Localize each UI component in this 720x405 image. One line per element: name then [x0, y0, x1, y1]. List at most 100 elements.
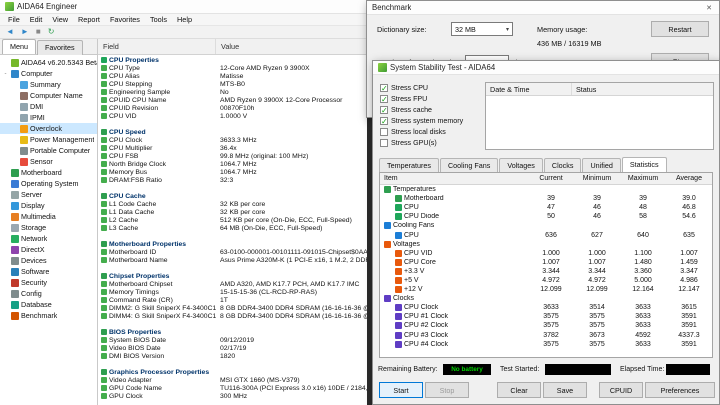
- stats-row-cpu-diode[interactable]: CPU Diode 50 46 58 54.6: [380, 212, 712, 221]
- checkbox-checked-icon[interactable]: ✓: [380, 116, 388, 125]
- stats-row-cpu-4-clock[interactable]: CPU #4 Clock 3575 3575 3633 3591: [380, 340, 712, 349]
- forward-icon[interactable]: ►: [21, 27, 29, 37]
- tab-unified[interactable]: Unified: [582, 158, 621, 173]
- clear-button[interactable]: Clear: [497, 382, 541, 398]
- stats-row-12-v[interactable]: +12 V 12.099 12.099 12.164 12.147: [380, 285, 712, 294]
- sidebar-item-aida64-v6-20-5343-beta[interactable]: AIDA64 v6.20.5343 Beta: [0, 57, 97, 68]
- sidebar-item-display[interactable]: Display: [0, 200, 97, 211]
- table-row[interactable]: DMI BIOS Version 1820: [98, 352, 367, 360]
- stats-row-motherboard[interactable]: Motherboard 39 39 39 39.0: [380, 194, 712, 203]
- table-row[interactable]: Video BIOS Date 02/17/19: [98, 344, 367, 352]
- stats-row-cpu[interactable]: CPU 47 46 48 46.8: [380, 203, 712, 212]
- log-column-datetime[interactable]: Date & Time: [486, 83, 572, 95]
- stats-group-temperatures[interactable]: Temperatures: [380, 185, 712, 194]
- table-row[interactable]: Memory Bus 1064.7 MHz: [98, 168, 367, 176]
- restart-button[interactable]: Restart: [651, 21, 709, 37]
- menu-item-file[interactable]: File: [3, 15, 25, 24]
- table-row[interactable]: CPU Stepping MTS-B0: [98, 80, 367, 88]
- sidebar-item-security[interactable]: Security: [0, 277, 97, 288]
- stats-row-cpu-vid[interactable]: CPU VID 1.000 1.000 1.100 1.007: [380, 249, 712, 258]
- log-column-status[interactable]: Status: [572, 85, 713, 94]
- field-group-bios-properties[interactable]: BIOS Properties: [98, 328, 367, 336]
- table-row[interactable]: DIMM4: G Skill SniperX F4-3400C16-8GSXW 8…: [98, 312, 367, 320]
- checkbox-unchecked-icon[interactable]: [380, 138, 388, 147]
- table-row[interactable]: GPU Code Name TU116-300A (PCI Express 3.0…: [98, 384, 367, 392]
- sidebar-item-overclock[interactable]: Overclock: [0, 123, 97, 134]
- sidebar-item-summary[interactable]: Summary: [0, 79, 97, 90]
- sidebar-item-ipmi[interactable]: IPMI: [0, 112, 97, 123]
- table-row[interactable]: CPU Clock 3633.3 MHz: [98, 136, 367, 144]
- sidebar-item-directx[interactable]: DirectX: [0, 244, 97, 255]
- stats-row-cpu-clock[interactable]: CPU Clock 3633 3514 3633 3615: [380, 303, 712, 312]
- menu-item-edit[interactable]: Edit: [25, 15, 48, 24]
- tab-voltages[interactable]: Voltages: [499, 158, 543, 173]
- checkbox-checked-icon[interactable]: ✓: [380, 94, 388, 103]
- nav-tab-favorites[interactable]: Favorites: [36, 40, 83, 55]
- tab-cooling-fans[interactable]: Cooling Fans: [439, 158, 499, 173]
- stats-row-cpu-2-clock[interactable]: CPU #2 Clock 3575 3575 3633 3591: [380, 321, 712, 330]
- stats-row-cpu-1-clock[interactable]: CPU #1 Clock 3575 3575 3633 3591: [380, 312, 712, 321]
- table-row[interactable]: CPUID Revision 00870F10h: [98, 104, 367, 112]
- table-row[interactable]: DIMM2: G Skill SniperX F4-3400C16-8GSXW 8…: [98, 304, 367, 312]
- table-row[interactable]: North Bridge Clock 1064.7 MHz: [98, 160, 367, 168]
- checkbox-unchecked-icon[interactable]: [380, 127, 388, 136]
- stats-row-3-3-v[interactable]: +3.3 V 3.344 3.344 3.360 3.347: [380, 267, 712, 276]
- table-row[interactable]: L2 Cache 512 KB per core (On-Die, ECC, Fu…: [98, 216, 367, 224]
- table-row[interactable]: System BIOS Date 09/12/2019: [98, 336, 367, 344]
- stats-column-current[interactable]: Current: [528, 175, 574, 182]
- preferences-button[interactable]: Preferences: [645, 382, 715, 398]
- table-row[interactable]: Motherboard Name Asus Prime A320M-K (1 PC…: [98, 256, 367, 264]
- close-icon[interactable]: ✕: [704, 4, 714, 12]
- nav-tab-menu[interactable]: Menu: [2, 39, 36, 54]
- table-row[interactable]: CPUID CPU Name AMD Ryzen 9 3900X 12-Core …: [98, 96, 367, 104]
- dictionary-size-select[interactable]: 32 MB ▾: [451, 22, 513, 36]
- field-group-cpu-properties[interactable]: CPU Properties: [98, 56, 367, 64]
- table-row[interactable]: CPU FSB 99.8 MHz (original: 100 MHz): [98, 152, 367, 160]
- stats-column-average[interactable]: Average: [666, 175, 712, 182]
- table-row[interactable]: GPU Clock 300 MHz: [98, 392, 367, 400]
- menu-item-help[interactable]: Help: [172, 15, 197, 24]
- sidebar-item-multimedia[interactable]: Multimedia: [0, 211, 97, 222]
- stats-row-5-v[interactable]: +5 V 4.972 4.972 5.000 4.986: [380, 276, 712, 285]
- sidebar-item-sensor[interactable]: Sensor: [0, 156, 97, 167]
- menu-item-view[interactable]: View: [47, 15, 73, 24]
- menu-item-report[interactable]: Report: [73, 15, 105, 24]
- stats-row-cpu[interactable]: CPU 636 627 640 635: [380, 230, 712, 239]
- stats-column-item[interactable]: Item: [380, 175, 528, 182]
- column-header-field[interactable]: Field: [98, 39, 216, 54]
- field-group-motherboard-properties[interactable]: Motherboard Properties: [98, 240, 367, 248]
- sidebar-item-config[interactable]: Config: [0, 288, 97, 299]
- save-button[interactable]: Save: [543, 382, 587, 398]
- stats-row-cpu-core[interactable]: CPU Core 1.007 1.007 1.480 1.459: [380, 258, 712, 267]
- table-row[interactable]: CPU VID 1.0000 V: [98, 112, 367, 120]
- table-row[interactable]: L1 Data Cache 32 KB per core: [98, 208, 367, 216]
- table-row[interactable]: Motherboard ID 63-0100-000001-00101111-09…: [98, 248, 367, 256]
- stress-option-stress-local-disks[interactable]: Stress local disks: [380, 126, 482, 137]
- sidebar-item-portable-computer[interactable]: Portable Computer: [0, 145, 97, 156]
- sidebar-item-database[interactable]: Database: [0, 299, 97, 310]
- sidebar-item-network[interactable]: Network: [0, 233, 97, 244]
- table-row[interactable]: CPU Alias Matisse: [98, 72, 367, 80]
- field-group-chipset-properties[interactable]: Chipset Properties: [98, 272, 367, 280]
- table-row[interactable]: Motherboard Chipset AMD A320, AMD K17.7 P…: [98, 280, 367, 288]
- stability-titlebar[interactable]: System Stability Test - AIDA64: [373, 61, 719, 75]
- table-row[interactable]: L3 Cache 64 MB (On-Die, ECC, Full-Speed): [98, 224, 367, 232]
- sidebar-item-computer[interactable]: - Computer: [0, 68, 97, 79]
- sidebar-item-software[interactable]: Software: [0, 266, 97, 277]
- stress-option-stress-cache[interactable]: ✓ Stress cache: [380, 104, 482, 115]
- sidebar-item-benchmark[interactable]: Benchmark: [0, 310, 97, 321]
- sidebar-item-motherboard[interactable]: Motherboard: [0, 167, 97, 178]
- sidebar-item-devices[interactable]: Devices: [0, 255, 97, 266]
- sidebar-item-power-management[interactable]: Power Management: [0, 134, 97, 145]
- test-log-list[interactable]: Date & Time Status: [485, 82, 714, 150]
- sidebar-item-operating-system[interactable]: Operating System: [0, 178, 97, 189]
- field-group-cpu-speed[interactable]: CPU Speed: [98, 128, 367, 136]
- checkbox-checked-icon[interactable]: ✓: [380, 83, 388, 92]
- stats-column-maximum[interactable]: Maximum: [620, 175, 666, 182]
- tab-clocks[interactable]: Clocks: [543, 158, 582, 173]
- refresh-icon[interactable]: ↻: [48, 27, 55, 37]
- stress-option-stress-system-memory[interactable]: ✓ Stress system memory: [380, 115, 482, 126]
- tab-statistics[interactable]: Statistics: [621, 157, 667, 172]
- stats-row-cpu-3-clock[interactable]: CPU #3 Clock 3782 3673 4592 4337.3: [380, 331, 712, 340]
- menu-item-favorites[interactable]: Favorites: [105, 15, 145, 24]
